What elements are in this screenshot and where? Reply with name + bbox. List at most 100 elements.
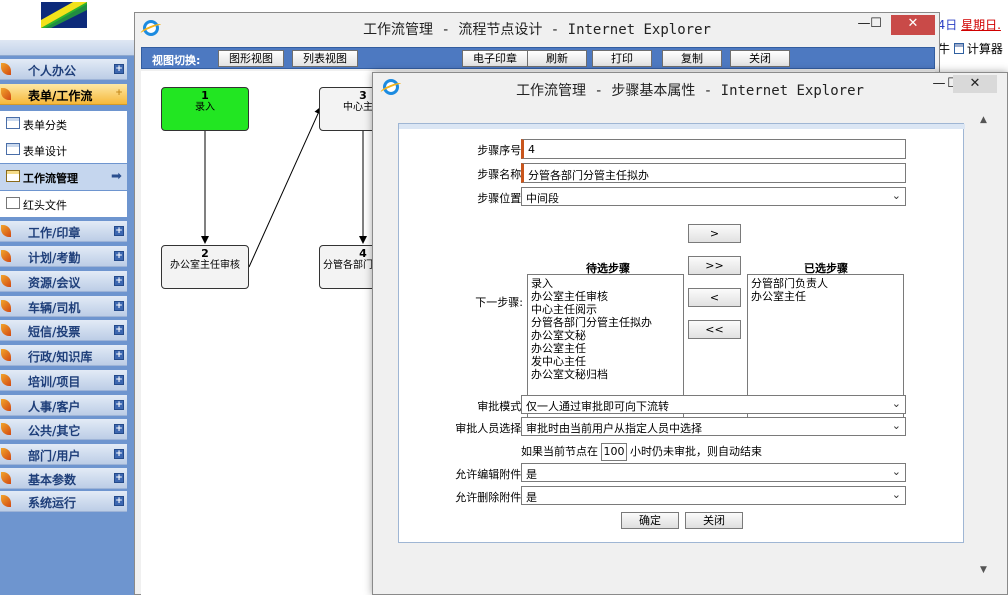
scroll-up-icon[interactable]: ▲ <box>980 115 987 125</box>
plus-icon: + <box>114 449 124 459</box>
list-item[interactable]: 办公室文秘归档 <box>531 368 680 381</box>
list-item[interactable]: 发中心主任 <box>531 355 680 368</box>
allow-edit-attach-select[interactable]: 是 ⌄ <box>521 463 906 482</box>
move-all-left-button[interactable]: << <box>688 320 741 339</box>
plus-icon: + <box>114 400 124 410</box>
row-allow-delete-attach: 允许删除附件: 是 ⌄ <box>399 485 965 507</box>
sidebar: 个人办公 + 表单/工作流 + 表单分类 表单设计 工作流管理 ➡ 红头文件 工… <box>0 40 134 595</box>
row-approve-mode: 审批模式: 仅一人通过审批即可向下流转 ⌄ <box>399 394 965 416</box>
list-item[interactable]: 办公室主任审核 <box>531 290 680 303</box>
sidebar-group-9[interactable]: 部门/用户 + <box>0 444 127 465</box>
sidebar-item-redhead-doc[interactable]: 红头文件 <box>0 191 127 217</box>
chevron-down-icon: ⌄ <box>891 419 901 432</box>
list-item[interactable]: 分管各部门分管主任拟办 <box>531 316 680 329</box>
leaf-icon <box>1 88 11 100</box>
list-item[interactable]: 办公室主任 <box>751 290 900 303</box>
move-right-button[interactable]: > <box>688 224 741 243</box>
sidebar-group-6[interactable]: 培训/项目 + <box>0 370 127 391</box>
list-item[interactable]: 办公室主任 <box>531 342 680 355</box>
flow-node-2[interactable]: 2 办公室主任审核 <box>161 245 249 289</box>
close-button[interactable]: ✕ <box>953 75 997 93</box>
close-dialog-button[interactable]: 关闭 <box>685 512 743 529</box>
step-properties-titlebar: 工作流管理 - 步骤基本属性 - Internet Explorer — ☐ ✕ <box>373 73 1007 103</box>
move-left-button[interactable]: < <box>688 288 741 307</box>
flow-node-1[interactable]: 1 录入 <box>161 87 249 131</box>
list-item[interactable]: 分管部门负责人 <box>751 277 900 290</box>
sidebar-group-4[interactable]: 短信/投票 + <box>0 320 127 341</box>
plus-icon: + <box>114 64 124 74</box>
flow-designer-titlebar: 工作流管理 - 流程节点设计 - Internet Explorer — ☐ ✕ <box>135 13 939 43</box>
step-name-input[interactable]: 分管各部门分管主任拟办 <box>521 163 906 183</box>
move-all-right-button[interactable]: >> <box>688 256 741 275</box>
row-step-pos: 步骤位置: 中间段 ⌄ <box>399 186 965 208</box>
sidebar-item-form-design[interactable]: 表单设计 <box>0 137 127 163</box>
plus-icon: + <box>114 325 124 335</box>
list-item[interactable]: 中心主任阅示 <box>531 303 680 316</box>
plus-icon: + <box>114 301 124 311</box>
list-view-button[interactable]: 列表视图 <box>292 50 358 67</box>
approve-mode-select[interactable]: 仅一人通过审批即可向下流转 ⌄ <box>521 395 906 414</box>
chevron-down-icon: ⌄ <box>891 189 901 202</box>
graph-view-button[interactable]: 图形视图 <box>218 50 284 67</box>
leaf-icon <box>1 225 11 237</box>
sidebar-group-10[interactable]: 基本参数 + <box>0 468 127 489</box>
plus-icon: + <box>114 350 124 360</box>
row-allow-edit-attach: 允许编辑附件: 是 ⌄ <box>399 462 965 484</box>
close-button[interactable]: ✕ <box>891 15 935 35</box>
plus-icon: + <box>114 496 124 506</box>
window-title: 工作流管理 - 流程节点设计 - Internet Explorer <box>363 22 711 38</box>
leaf-icon <box>1 374 11 386</box>
sidebar-group-2[interactable]: 资源/会议 + <box>0 271 127 292</box>
sidebar-strip <box>0 40 134 56</box>
print-button[interactable]: 打印 <box>592 50 652 67</box>
refresh-button[interactable]: 刷新 <box>527 50 587 67</box>
list-item[interactable]: 录入 <box>531 277 680 290</box>
sidebar-group-1[interactable]: 计划/考勤 + <box>0 246 127 267</box>
leaf-icon <box>1 399 11 411</box>
window-title: 工作流管理 - 步骤基本属性 - Internet Explorer <box>516 83 864 99</box>
sidebar-group-7[interactable]: 人事/客户 + <box>0 395 127 416</box>
sidebar-group-8[interactable]: 公共/其它 + <box>0 419 127 440</box>
weekday-link[interactable]: 星期日. <box>961 18 1001 32</box>
leaf-icon <box>1 275 11 287</box>
step-properties-form: 步骤序号: 4 步骤名称: 分管各部门分管主任拟办 步骤位置: 中间段 ⌄ 待选… <box>398 123 965 543</box>
scroll-down-icon[interactable]: ▼ <box>980 565 987 575</box>
plus-icon: + <box>114 473 124 483</box>
leaf-icon <box>1 324 11 336</box>
sidebar-group-forms-workflow[interactable]: 表单/工作流 + <box>0 84 127 105</box>
list-item[interactable]: 办公室文秘 <box>531 329 680 342</box>
form-top-band <box>399 124 965 129</box>
plus-icon: + <box>114 251 124 261</box>
e-seal-button[interactable]: 电子印章 <box>462 50 528 67</box>
leaf-icon <box>1 300 11 312</box>
leaf-icon <box>1 472 11 484</box>
sidebar-item-form-category[interactable]: 表单分类 <box>0 111 127 137</box>
workflow-icon <box>6 170 20 182</box>
confirm-button[interactable]: 确定 <box>621 512 679 529</box>
step-no-input[interactable]: 4 <box>521 139 906 159</box>
timeout-row: 如果当前节点在 100 小时仍未审批，则自动结束 <box>521 443 762 461</box>
top-date: 14日 星期日. <box>930 18 1001 32</box>
design-icon <box>6 143 20 155</box>
calculator-link[interactable]: 牛 计算器 <box>936 40 1008 58</box>
chevron-down-icon: ⌄ <box>891 488 901 501</box>
leaf-icon <box>1 448 11 460</box>
sidebar-item-workflow-mgmt[interactable]: 工作流管理 ➡ <box>0 164 127 190</box>
plus-icon: + <box>114 375 124 385</box>
timeout-hours-input[interactable]: 100 <box>601 443 627 461</box>
approver-select[interactable]: 审批时由当前用户从指定人员中选择 ⌄ <box>521 417 906 436</box>
sidebar-group-personal[interactable]: 个人办公 + <box>0 59 127 80</box>
vertical-scrollbar[interactable]: ▲ ▼ <box>976 111 993 581</box>
doc-icon <box>6 197 20 209</box>
leaf-icon <box>1 250 11 262</box>
close-view-button[interactable]: 关闭 <box>730 50 790 67</box>
maximize-button[interactable]: ☐ <box>861 15 891 35</box>
copy-button[interactable]: 复制 <box>662 50 722 67</box>
sidebar-group-11[interactable]: 系统运行 + <box>0 491 127 512</box>
sidebar-group-0[interactable]: 工作/印章 + <box>0 221 127 242</box>
allow-delete-attach-select[interactable]: 是 ⌄ <box>521 486 906 505</box>
step-pos-select[interactable]: 中间段 ⌄ <box>521 187 906 206</box>
sidebar-group-3[interactable]: 车辆/司机 + <box>0 296 127 317</box>
chevron-down-icon: ⌄ <box>891 397 901 410</box>
sidebar-group-5[interactable]: 行政/知识库 + <box>0 345 127 366</box>
